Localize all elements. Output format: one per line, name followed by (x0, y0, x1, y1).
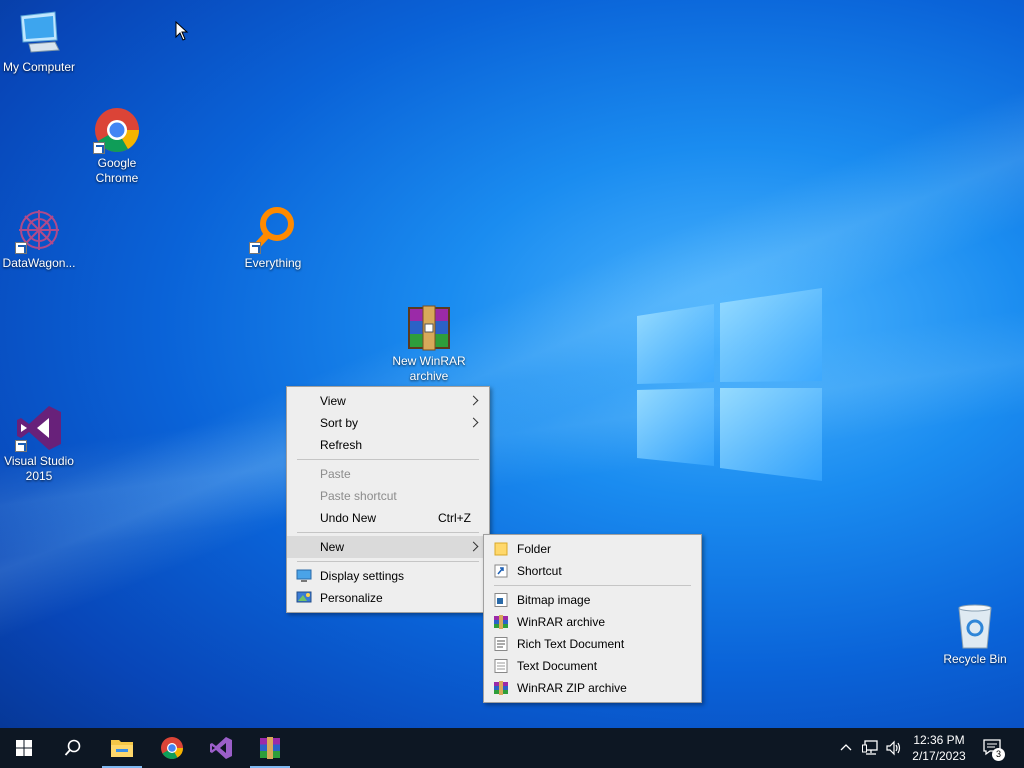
computer-icon (15, 10, 63, 58)
chrome-icon (161, 737, 183, 759)
desktop-icon-my-computer[interactable]: My Computer (0, 10, 78, 75)
menu-separator (297, 459, 479, 460)
visual-studio-icon (210, 737, 232, 759)
desktop-icon-google-chrome[interactable]: Google Chrome (78, 106, 156, 186)
menu-shortcut-key: Ctrl+Z (438, 511, 471, 525)
search-button[interactable] (48, 728, 96, 768)
desktop-icon-label: Visual Studio 2015 (4, 454, 74, 483)
menu-separator (297, 561, 479, 562)
recycle-bin-icon (951, 602, 999, 650)
folder-icon (111, 740, 133, 757)
menu-separator (494, 585, 691, 586)
desktop-icon-recycle-bin[interactable]: Recycle Bin (936, 602, 1014, 667)
submenu-item-folder[interactable]: Folder (484, 538, 701, 560)
winrar-zip-icon (494, 681, 508, 695)
chevron-right-icon (468, 417, 479, 428)
desktop-icon-label: Everything (244, 256, 302, 270)
menu-item-undo-new[interactable]: Undo New Ctrl+Z (287, 507, 489, 529)
shortcut-arrow-icon (249, 242, 261, 254)
chrome-icon (93, 106, 141, 154)
winrar-icon (494, 615, 508, 629)
rich-text-icon (494, 637, 508, 651)
taskbar-winrar[interactable] (246, 728, 294, 768)
bitmap-icon (494, 593, 508, 607)
taskbar-visual-studio[interactable] (197, 728, 245, 768)
menu-item-refresh[interactable]: Refresh (287, 434, 489, 456)
network-icon[interactable] (862, 740, 880, 756)
menu-item-personalize[interactable]: Personalize (287, 587, 489, 609)
datawagon-icon (15, 206, 63, 254)
submenu-item-winrar-zip-archive[interactable]: WinRAR ZIP archive (484, 677, 701, 699)
submenu-item-text-document[interactable]: Text Document (484, 655, 701, 677)
action-center-button[interactable]: 3 (982, 738, 1005, 761)
shortcut-arrow-icon (15, 242, 27, 254)
desktop-icon-label: My Computer (2, 60, 76, 74)
shortcut-icon (494, 564, 508, 578)
desktop-icon-new-winrar-archive[interactable]: New WinRAR archive (390, 304, 468, 384)
desktop-icon-label: Recycle Bin (943, 652, 1007, 666)
desktop-context-menu: View Sort by Refresh Paste Paste shortcu… (286, 386, 490, 613)
menu-separator (297, 532, 479, 533)
menu-item-paste-shortcut[interactable]: Paste shortcut (287, 485, 489, 507)
text-document-icon (494, 659, 508, 673)
new-submenu: Folder Shortcut Bitmap image WinRAR arch… (483, 534, 702, 703)
shortcut-arrow-icon (93, 142, 105, 154)
menu-item-sort-by[interactable]: Sort by (287, 412, 489, 434)
menu-item-display-settings[interactable]: Display settings (287, 565, 489, 587)
clock-time: 12:36 PM (913, 733, 965, 747)
start-button[interactable] (0, 728, 48, 768)
chevron-up-icon[interactable] (840, 742, 852, 754)
visual-studio-icon (15, 404, 63, 452)
menu-item-paste[interactable]: Paste (287, 463, 489, 485)
desktop-icon-datawagon[interactable]: DataWagon... (0, 206, 78, 271)
menu-item-new[interactable]: New (287, 536, 489, 558)
personalize-icon (296, 591, 312, 603)
mouse-cursor-icon (175, 21, 189, 41)
winrar-icon (405, 304, 453, 352)
submenu-item-winrar-archive[interactable]: WinRAR archive (484, 611, 701, 633)
notification-badge: 3 (992, 748, 1005, 761)
submenu-item-bitmap-image[interactable]: Bitmap image (484, 589, 701, 611)
taskbar-chrome[interactable] (148, 728, 196, 768)
submenu-item-shortcut[interactable]: Shortcut (484, 560, 701, 582)
winrar-icon (260, 737, 280, 759)
desktop-icon-visual-studio-2015[interactable]: Visual Studio 2015 (0, 404, 78, 484)
desktop-icon-label: DataWagon... (2, 256, 76, 270)
menu-item-view[interactable]: View (287, 390, 489, 412)
volume-icon[interactable] (885, 740, 903, 756)
clock[interactable]: 12:36 PM 2/17/2023 (904, 732, 974, 764)
clock-date: 2/17/2023 (912, 749, 966, 763)
chevron-right-icon (468, 395, 479, 406)
desktop-icon-everything[interactable]: Everything (234, 206, 312, 271)
windows-wallpaper-logo (637, 288, 822, 481)
display-icon (296, 569, 312, 582)
desktop-icon-label: Google Chrome (95, 156, 139, 185)
folder-icon (494, 542, 508, 556)
taskbar-file-explorer[interactable] (98, 728, 146, 768)
shortcut-arrow-icon (15, 440, 27, 452)
magnifier-icon (249, 206, 297, 254)
taskbar: 12:36 PM 2/17/2023 3 (0, 728, 1024, 768)
desktop-icon-label: New WinRAR archive (392, 354, 466, 383)
windows-start-icon (16, 740, 32, 756)
search-icon (64, 739, 81, 756)
submenu-item-rich-text-document[interactable]: Rich Text Document (484, 633, 701, 655)
chevron-right-icon (468, 541, 479, 552)
